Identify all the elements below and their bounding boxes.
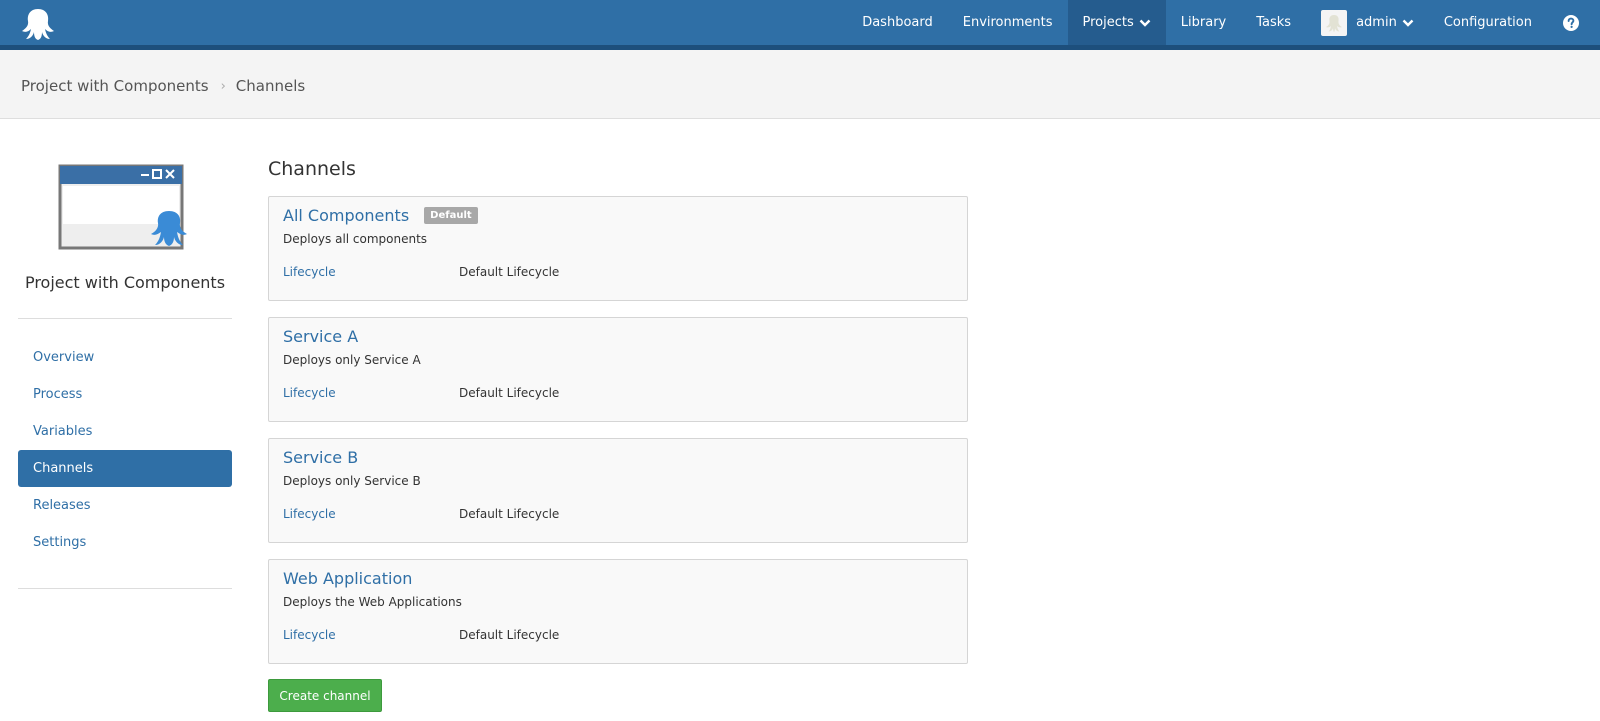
nav-environments-label: Environments bbox=[962, 15, 1053, 30]
sidebar-divider bbox=[18, 588, 232, 589]
channel-name-link[interactable]: Service B bbox=[283, 448, 358, 467]
lifecycle-link[interactable]: Lifecycle bbox=[283, 386, 336, 400]
sidebar-item-channels[interactable]: Channels bbox=[18, 450, 232, 487]
channel-description: Deploys only Service B bbox=[283, 474, 421, 488]
nav-library-label: Library bbox=[1180, 15, 1227, 30]
lifecycle-value: Default Lifecycle bbox=[459, 507, 560, 521]
chevron-down-icon bbox=[1402, 19, 1414, 27]
lifecycle-value: Default Lifecycle bbox=[459, 628, 560, 642]
channel-card: Web Application Deploys the Web Applicat… bbox=[268, 559, 968, 664]
channel-card: All Components Default Deploys all compo… bbox=[268, 196, 968, 301]
project-nav: Overview Process Variables Channels Rele… bbox=[18, 339, 232, 561]
user-avatar-icon bbox=[1321, 9, 1348, 36]
chevron-down-icon bbox=[1139, 19, 1151, 27]
channel-name: Service B bbox=[283, 448, 359, 467]
lifecycle-link[interactable]: Lifecycle bbox=[283, 507, 336, 521]
nav-user-menu[interactable]: admin bbox=[1306, 0, 1429, 45]
main-nav: Dashboard Environments Projects Library … bbox=[847, 0, 1600, 45]
channel-name-link[interactable]: All Components Default bbox=[283, 206, 478, 225]
user-name-label: admin bbox=[1356, 15, 1397, 30]
sidebar-item-process[interactable]: Process bbox=[18, 376, 232, 413]
project-name: Project with Components bbox=[24, 273, 226, 292]
nav-configuration-label: Configuration bbox=[1443, 15, 1532, 30]
nav-help[interactable] bbox=[1547, 0, 1600, 45]
nav-tasks-label: Tasks bbox=[1256, 15, 1292, 30]
nav-dashboard-label: Dashboard bbox=[862, 15, 933, 30]
nav-library[interactable]: Library bbox=[1166, 0, 1241, 45]
channel-name-link[interactable]: Web Application bbox=[283, 569, 412, 588]
sidebar-item-settings[interactable]: Settings bbox=[18, 524, 232, 561]
nav-dashboard[interactable]: Dashboard bbox=[847, 0, 948, 45]
sidebar-item-overview[interactable]: Overview bbox=[18, 339, 232, 376]
channel-name: All Components bbox=[283, 206, 410, 225]
breadcrumb-separator: › bbox=[220, 78, 226, 94]
breadcrumb-current: Channels bbox=[235, 77, 306, 95]
octopus-logo-icon[interactable] bbox=[20, 6, 56, 42]
channel-description: Deploys all components bbox=[283, 232, 428, 246]
default-badge: Default bbox=[424, 207, 478, 224]
top-navigation-bar: Dashboard Environments Projects Library … bbox=[0, 0, 1600, 45]
breadcrumb-project[interactable]: Project with Components bbox=[21, 77, 209, 95]
lifecycle-value: Default Lifecycle bbox=[459, 265, 560, 279]
breadcrumb-bar: Project with Components › Channels bbox=[0, 50, 1600, 119]
sidebar-item-variables[interactable]: Variables bbox=[18, 413, 232, 450]
lifecycle-value: Default Lifecycle bbox=[459, 386, 560, 400]
nav-projects[interactable]: Projects bbox=[1067, 0, 1166, 45]
channel-name-link[interactable]: Service A bbox=[283, 327, 358, 346]
sidebar-item-releases[interactable]: Releases bbox=[18, 487, 232, 524]
channel-card: Service B Deploys only Service B Lifecyc… bbox=[268, 438, 968, 543]
lifecycle-link[interactable]: Lifecycle bbox=[283, 265, 336, 279]
question-circle-icon bbox=[1563, 14, 1579, 31]
lifecycle-link[interactable]: Lifecycle bbox=[283, 628, 336, 642]
nav-configuration[interactable]: Configuration bbox=[1429, 0, 1547, 45]
channel-name: Service A bbox=[283, 327, 359, 346]
nav-projects-label: Projects bbox=[1082, 15, 1134, 30]
page-title: Channels bbox=[268, 158, 356, 180]
channel-name: Web Application bbox=[283, 569, 413, 588]
sidebar-divider bbox=[18, 318, 232, 319]
channel-description: Deploys the Web Applications bbox=[283, 595, 462, 609]
nav-environments[interactable]: Environments bbox=[948, 0, 1068, 45]
channel-description: Deploys only Service A bbox=[283, 353, 421, 367]
project-window-octopus-icon bbox=[58, 164, 187, 250]
nav-tasks[interactable]: Tasks bbox=[1241, 0, 1306, 45]
breadcrumb: Project with Components › Channels bbox=[21, 77, 305, 95]
create-channel-button[interactable]: Create channel bbox=[268, 679, 382, 712]
channel-card: Service A Deploys only Service A Lifecyc… bbox=[268, 317, 968, 422]
